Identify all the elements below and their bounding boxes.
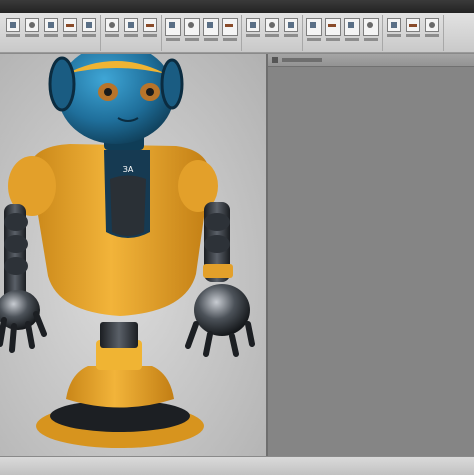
panel-title [282,58,322,62]
export-icon [406,17,420,32]
layer-icon [363,17,379,36]
sheet-icon [306,17,322,36]
scale-icon [203,17,219,36]
print-button[interactable] [386,17,402,48]
view-button[interactable] [344,17,360,48]
light-icon [265,17,279,32]
select-button[interactable] [165,17,181,48]
model-viewport[interactable]: ЗА [0,54,266,456]
open-button[interactable] [24,17,40,48]
move-button[interactable] [184,17,200,48]
chest-screen [110,175,146,236]
properties-panel [266,54,474,456]
right-hand [194,284,250,336]
ribbon-group-clipboard [2,14,101,51]
save-icon [44,17,58,32]
scale-button[interactable] [203,17,219,48]
right-ear-headphone [160,58,184,110]
ribbon-group-render [242,14,303,51]
camera-button[interactable] [245,17,261,48]
table-button[interactable] [325,17,341,48]
zoom-icon [105,17,119,32]
status-bar [0,456,474,475]
pan-icon [143,17,157,32]
table-icon [325,17,341,36]
panel-body[interactable] [268,67,474,456]
light-button[interactable] [264,17,280,48]
camera-icon [246,17,260,32]
view-icon [344,17,360,36]
copy-button[interactable] [81,17,97,48]
pan-button[interactable] [142,17,158,48]
rotate-button[interactable] [123,17,139,48]
ribbon-group-view [101,14,162,51]
ribbon-group-layout [303,14,383,51]
move-icon [184,17,200,36]
save-button[interactable] [43,17,59,48]
print-icon [387,17,401,32]
waist-joint [100,322,138,348]
new-button[interactable] [5,17,21,48]
mirror-icon [222,17,238,36]
help-icon [425,17,439,32]
zoom-button[interactable] [104,17,120,48]
panel-pin-icon[interactable] [272,57,278,63]
layer-button[interactable] [363,17,379,48]
sheet-button[interactable] [306,17,322,48]
new-icon [6,17,20,32]
base-pedestal [66,366,174,408]
title-bar [0,0,474,13]
panel-header [268,54,474,67]
ribbon-group-tools [162,14,242,51]
cut-button[interactable] [62,17,78,48]
copy-icon [82,17,96,32]
left-ear-headphone [48,56,76,112]
material-button[interactable] [283,17,299,48]
help-button[interactable] [424,17,440,48]
robot-model: ЗА [0,54,255,448]
open-icon [25,17,39,32]
material-icon [284,17,298,32]
chest-label: ЗА [123,165,134,174]
cut-icon [63,17,77,32]
right-wrist [203,264,233,278]
export-button[interactable] [405,17,421,48]
rotate-icon [124,17,138,32]
select-icon [165,17,181,36]
ribbon-group-output [383,14,444,51]
mirror-button[interactable] [222,17,238,48]
ribbon-toolbar [0,13,474,53]
